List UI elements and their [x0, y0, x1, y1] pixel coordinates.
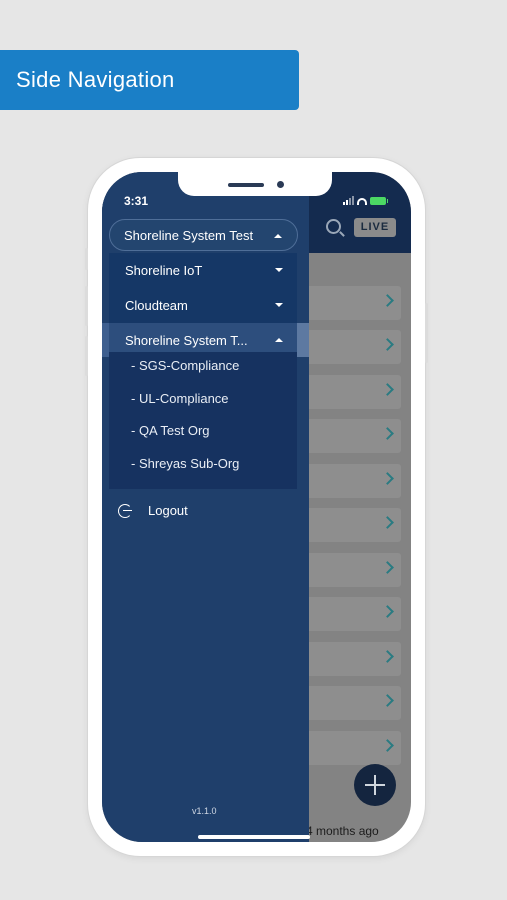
list-item[interactable] [297, 731, 401, 765]
sub-org-qa-test-org[interactable]: - QA Test Org [131, 423, 210, 438]
banner-title: Side Navigation [16, 67, 175, 92]
org-item-label: Cloudteam [125, 298, 188, 313]
list-item[interactable] [297, 375, 401, 409]
list-item[interactable] [297, 553, 401, 587]
logout-label: Logout [148, 503, 188, 518]
side-navigation-banner: Side Navigation [0, 50, 299, 110]
list-timestamp: 4 months ago [306, 824, 379, 838]
mute-switch [85, 248, 88, 270]
add-button[interactable] [354, 764, 396, 806]
sub-org-ul-compliance[interactable]: - UL-Compliance [131, 391, 229, 406]
sub-org-list: - SGS-Compliance - UL-Compliance - QA Te… [109, 352, 297, 489]
org-item-shoreline-iot[interactable]: Shoreline IoT [109, 253, 297, 287]
logout-icon [118, 504, 132, 518]
chevron-right-icon [381, 472, 394, 485]
chevron-right-icon [381, 427, 394, 440]
list-item[interactable] [297, 508, 401, 542]
org-selector[interactable]: Shoreline System Test [109, 219, 298, 251]
org-menu: Shoreline IoT Cloudteam Shoreline System… [102, 253, 309, 489]
list-item[interactable] [297, 464, 401, 498]
power-button [425, 303, 428, 363]
volume-up-button [85, 286, 88, 326]
status-time: 3:31 [124, 194, 149, 208]
logout-button[interactable]: Logout [118, 499, 288, 523]
list-item[interactable] [297, 330, 401, 364]
org-item-label: Shoreline IoT [125, 263, 203, 278]
sub-org-shreyas-sub-org[interactable]: - Shreyas Sub-Org [131, 456, 239, 471]
list-item[interactable] [297, 686, 401, 720]
chevron-right-icon [381, 739, 394, 752]
chevron-right-icon [381, 516, 394, 529]
chevron-right-icon [381, 650, 394, 663]
caret-up-icon [274, 234, 282, 238]
list-item[interactable] [297, 419, 401, 453]
search-icon[interactable] [326, 219, 341, 234]
home-indicator [198, 835, 310, 839]
caret-up-icon [275, 338, 283, 342]
caret-down-icon [275, 268, 283, 272]
app-version: v1.1.0 [192, 806, 217, 816]
list-item[interactable] [297, 597, 401, 631]
wifi-icon [357, 198, 367, 205]
list-item[interactable] [297, 642, 401, 676]
chevron-right-icon [381, 561, 394, 574]
chevron-right-icon [381, 605, 394, 618]
list-item[interactable] [297, 286, 401, 320]
speaker-grille [228, 183, 264, 187]
phone-screen: LIVE 4 months ago 3:31 Shoreline System … [102, 172, 411, 842]
front-camera [277, 181, 284, 188]
org-selector-label: Shoreline System Test [124, 228, 254, 243]
battery-icon [370, 197, 388, 205]
org-item-label: Shoreline System T... [125, 333, 248, 348]
chevron-right-icon [381, 383, 394, 396]
caret-down-icon [275, 303, 283, 307]
phone-frame: LIVE 4 months ago 3:31 Shoreline System … [85, 158, 428, 856]
chevron-right-icon [381, 694, 394, 707]
side-drawer: 3:31 Shoreline System Test Shoreline IoT… [102, 172, 309, 842]
volume-down-button [85, 336, 88, 376]
chevron-right-icon [381, 294, 394, 307]
sub-org-sgs-compliance[interactable]: - SGS-Compliance [131, 358, 239, 373]
signal-icon [343, 196, 354, 205]
org-item-cloudteam[interactable]: Cloudteam [109, 288, 297, 322]
live-badge[interactable]: LIVE [354, 218, 396, 237]
chevron-right-icon [381, 338, 394, 351]
status-icons [343, 196, 388, 205]
